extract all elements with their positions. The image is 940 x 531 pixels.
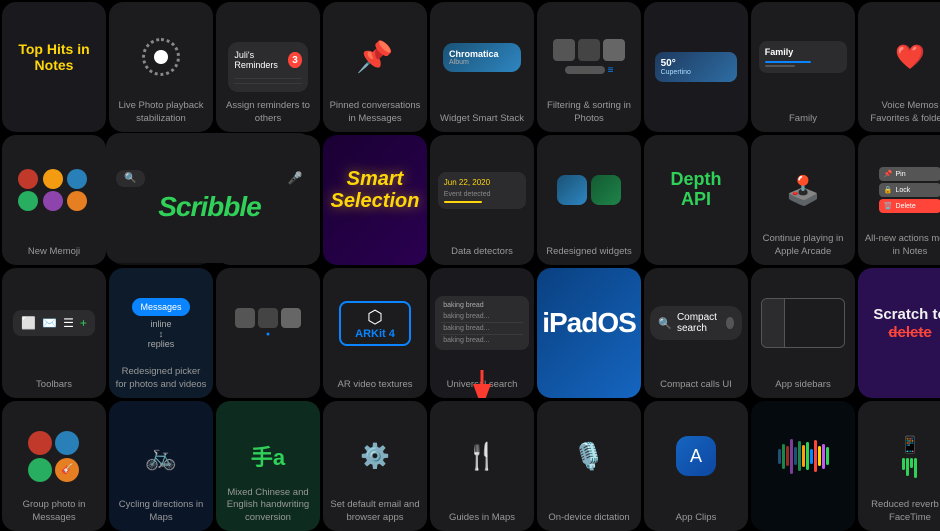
voice-memos-icon: ❤️ [895,43,925,72]
pinned-label: Pinned conversations in Messages [323,100,427,125]
tile-dictation[interactable]: 🎙️ On-device dictation [537,401,641,531]
all-new-actions-label: All-new actions menu in Notes [858,233,940,258]
scratch-line2: delete [888,324,931,341]
mic-icon: 🎙️ [573,441,605,472]
tile-reduced-reverb[interactable]: 📱 Reduced reverb in FaceTime [858,401,940,531]
waveform-display [778,436,829,476]
depth-api-text: DepthAPI [671,170,722,210]
arkit-icon: ⬡ [367,307,383,327]
tile-pinned[interactable]: 📌 Pinned conversations in Messages [323,2,427,132]
tile-continue-playing[interactable]: 🕹️ Continue playing in Apple Arcade [751,135,855,265]
tile-audio-wave[interactable] [751,401,855,531]
compact-search-text: Compact search [677,312,721,334]
tile-reminders[interactable]: Juli's Reminders 3 Assign reminders to o… [216,2,320,132]
tile-app-sidebars[interactable]: App sidebars [751,268,855,398]
tile-widget-stack[interactable]: Chromatica Album Widget Smart Stack [430,2,534,132]
reminders-label: Assign reminders to others [216,100,320,125]
tile-guides[interactable]: 🍴 Guides in Maps [430,401,534,531]
settings-gear-icon: ⚙️ [360,442,390,471]
tile-scratch-delete[interactable]: Scratch to delete [858,268,940,398]
tile-depth-api[interactable]: DepthAPI [644,135,748,265]
ipados-title: iPadOS [542,307,636,339]
pin-icon: 📌 [356,40,393,75]
widget-stack-inner: Chromatica [449,49,515,59]
red-arrow-icon [467,368,497,398]
tile-live-photo[interactable]: Live Photo playback stabilization [109,2,213,132]
tile-ipados[interactable]: iPadOS [537,268,641,398]
tile-voice-memos[interactable]: ❤️ Voice Memos Favorites & folders [858,2,940,132]
tile-data-detectors[interactable]: Jun 22, 2020 Event detected Data detecto… [430,135,534,265]
tile-memoji[interactable]: New Memoji [2,135,106,265]
redesigned-widgets-label: Redesigned widgets [537,246,641,258]
smart-selection-text: Smart Selection [323,168,427,212]
tile-compact-search[interactable]: 🔍 Compact search Compact calls UI [644,268,748,398]
messages-inline-label: Redesigned picker for photos and videos [109,366,213,391]
tile-smart-selection[interactable]: Smart Selection [323,135,427,265]
reduced-reverb-label: Reduced reverb in FaceTime [858,499,940,524]
family-text: Family [765,47,841,57]
tile-universal-search[interactable]: baking bread baking bread... baking brea… [430,268,534,398]
tile-group-photo[interactable]: 🎸 Group photo in Messages [2,401,106,531]
tile-set-default[interactable]: ⚙️ Set default email and browser apps [323,401,427,531]
tile-messages-inline[interactable]: Messages inline ↕ replies Redesigned pic… [109,268,213,398]
tile-toolbars[interactable]: ⬜ ✉️ ☰ + Toolbars [2,268,106,398]
cycling-label: Cycling directions in Maps [109,499,213,524]
reminders-name: Juli's Reminders [234,50,288,70]
family-label: Family [751,113,855,125]
top-hits-text: Top Hits in Notes [2,41,106,73]
tile-mixed-chinese[interactable]: 手a Mixed Chinese and English handwriting… [216,401,320,531]
tile-app-clips[interactable]: A App Clips [644,401,748,531]
arkit-label: AR video textures [323,379,427,391]
voice-memos-label: Voice Memos Favorites & folders [858,100,940,125]
chinese-text-icon: 手a [251,440,285,472]
tile-redesigned-widgets[interactable]: Redesigned widgets [537,135,641,265]
group-photo-label: Group photo in Messages [2,499,106,524]
dictation-label: On-device dictation [537,512,641,524]
tile-arkit[interactable]: ⬡ ARKit 4 AR video textures [323,268,427,398]
continue-playing-label: Continue playing in Apple Arcade [751,233,855,258]
facetime-icon: 📱 [900,435,920,455]
feature-grid: Top Hits in Notes Live Photo playback st… [0,0,940,529]
gamepad-icon: 🕹️ [786,174,821,207]
mixed-chinese-label: Mixed Chinese and English handwriting co… [216,487,320,524]
app-sidebars-label: App sidebars [751,379,855,391]
guides-icon: 🍴 [466,441,498,472]
live-photo-icon [142,38,180,76]
tile-top-hits[interactable]: Top Hits in Notes [2,2,106,132]
tile-all-new-actions[interactable]: 📌Pin 🔒Lock 🗑️Delete All-new actions menu… [858,135,940,265]
filtering-label: Filtering & sorting in Photos [537,100,641,125]
guides-label: Guides in Maps [430,512,534,524]
cycling-icon: 🚲 [145,441,177,472]
tile-family[interactable]: Family Family [751,2,855,132]
scratch-line1: Scratch to [873,306,940,324]
live-photo-label: Live Photo playback stabilization [109,100,213,125]
tile-filtering[interactable]: ≡ Filtering & sorting in Photos [537,2,641,132]
toolbars-label: Toolbars [2,379,106,391]
app-clips-label: App Clips [644,512,748,524]
arkit-title: ARKit 4 [345,328,406,340]
app-clips-icon: A [676,436,716,476]
tile-picker[interactable]: ● [216,268,320,398]
memoji-label: New Memoji [2,246,106,258]
tile-cycling[interactable]: 🚲 Cycling directions in Maps [109,401,213,531]
reminders-badge: 3 [288,52,301,68]
scribble-text: Scribble [158,191,260,223]
tile-scribble[interactable]: 🔍 🎤 Scribble [106,133,313,263]
set-default-label: Set default email and browser apps [323,499,427,524]
compact-search-label: Compact calls UI [644,379,748,391]
tile-capacitors[interactable]: 50° Cupertino [644,2,748,132]
data-detectors-label: Data detectors [430,246,534,258]
widget-stack-label: Widget Smart Stack [430,113,534,125]
